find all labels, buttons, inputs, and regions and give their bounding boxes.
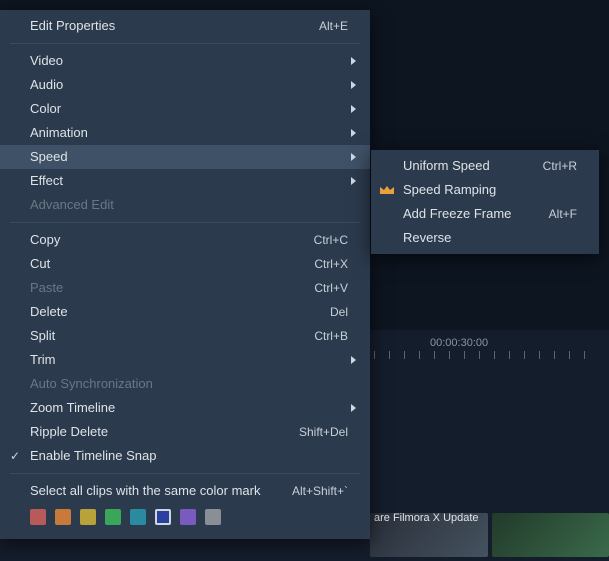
menu-effect[interactable]: Effect [0, 169, 370, 193]
menu-ripple-delete[interactable]: Ripple Delete Shift+Del [0, 420, 370, 444]
menu-label: Paste [30, 276, 314, 300]
separator [10, 43, 360, 44]
menu-accel: Shift+Del [299, 420, 356, 444]
submenu-add-freeze-frame[interactable]: Add Freeze Frame Alt+F [371, 202, 599, 226]
menu-label: Color [30, 97, 345, 121]
menu-color[interactable]: Color [0, 97, 370, 121]
menu-label: Speed Ramping [403, 178, 585, 202]
menu-accel: Del [330, 300, 356, 324]
menu-advanced-edit: Advanced Edit [0, 193, 370, 217]
menu-label: Ripple Delete [30, 420, 299, 444]
menu-copy[interactable]: Copy Ctrl+C [0, 228, 370, 252]
color-swatch-row [0, 503, 370, 535]
menu-label: Zoom Timeline [30, 396, 345, 420]
submenu-arrow-icon [351, 153, 356, 161]
timeline-ruler: 00:00:30:00 [370, 335, 609, 361]
menu-zoom-timeline[interactable]: Zoom Timeline [0, 396, 370, 420]
menu-video[interactable]: Video [0, 49, 370, 73]
menu-label: Select all clips with the same color mar… [30, 479, 292, 503]
submenu-arrow-icon [351, 356, 356, 364]
submenu-uniform-speed[interactable]: Uniform Speed Ctrl+R [371, 154, 599, 178]
menu-label: Effect [30, 169, 345, 193]
context-menu: Edit Properties Alt+E Video Audio Color … [0, 10, 370, 539]
menu-label: Enable Timeline Snap [30, 444, 356, 468]
menu-cut[interactable]: Cut Ctrl+X [0, 252, 370, 276]
clip-thumbnail[interactable] [492, 513, 609, 557]
menu-label: Split [30, 324, 314, 348]
menu-accel: Alt+Shift+` [292, 479, 356, 503]
menu-paste: Paste Ctrl+V [0, 276, 370, 300]
menu-trim[interactable]: Trim [0, 348, 370, 372]
menu-label: Add Freeze Frame [403, 202, 549, 226]
separator [10, 222, 360, 223]
menu-audio[interactable]: Audio [0, 73, 370, 97]
crown-icon [379, 184, 395, 196]
menu-accel: Ctrl+R [543, 154, 585, 178]
separator [10, 473, 360, 474]
submenu-arrow-icon [351, 105, 356, 113]
submenu-arrow-icon [351, 57, 356, 65]
menu-label: Auto Synchronization [30, 372, 356, 396]
color-swatch[interactable] [180, 509, 196, 525]
submenu-speed-ramping[interactable]: Speed Ramping [371, 178, 599, 202]
submenu-arrow-icon [351, 177, 356, 185]
menu-label: Copy [30, 228, 314, 252]
menu-edit-properties[interactable]: Edit Properties Alt+E [0, 14, 370, 38]
menu-label: Cut [30, 252, 314, 276]
timecode-label: 00:00:30:00 [430, 337, 488, 349]
menu-label: Animation [30, 121, 345, 145]
submenu-arrow-icon [351, 404, 356, 412]
clip-title-label: are Filmora X Update [374, 512, 479, 524]
menu-accel: Alt+F [549, 202, 585, 226]
menu-accel: Ctrl+C [314, 228, 356, 252]
menu-label: Video [30, 49, 345, 73]
color-swatch[interactable] [80, 509, 96, 525]
check-icon: ✓ [10, 444, 20, 468]
menu-label: Advanced Edit [30, 193, 356, 217]
menu-accel: Alt+E [319, 14, 356, 38]
color-swatch[interactable] [205, 509, 221, 525]
menu-animation[interactable]: Animation [0, 121, 370, 145]
color-swatch[interactable] [105, 509, 121, 525]
menu-accel: Ctrl+X [314, 252, 356, 276]
menu-label: Uniform Speed [403, 154, 543, 178]
menu-accel: Ctrl+B [314, 324, 356, 348]
menu-label: Edit Properties [30, 14, 319, 38]
color-swatch[interactable] [30, 509, 46, 525]
submenu-arrow-icon [351, 81, 356, 89]
menu-label: Speed [30, 145, 345, 169]
menu-accel: Ctrl+V [314, 276, 356, 300]
color-swatch[interactable] [55, 509, 71, 525]
menu-delete[interactable]: Delete Del [0, 300, 370, 324]
color-swatch[interactable] [130, 509, 146, 525]
menu-label: Trim [30, 348, 345, 372]
submenu-reverse[interactable]: Reverse [371, 226, 599, 250]
submenu-arrow-icon [351, 129, 356, 137]
menu-select-color-mark[interactable]: Select all clips with the same color mar… [0, 479, 370, 503]
menu-label: Audio [30, 73, 345, 97]
menu-split[interactable]: Split Ctrl+B [0, 324, 370, 348]
menu-enable-timeline-snap[interactable]: ✓ Enable Timeline Snap [0, 444, 370, 468]
menu-label: Reverse [403, 226, 585, 250]
menu-speed[interactable]: Speed [0, 145, 370, 169]
menu-label: Delete [30, 300, 330, 324]
speed-submenu: Uniform Speed Ctrl+R Speed Ramping Add F… [371, 150, 599, 254]
color-swatch[interactable] [155, 509, 171, 525]
menu-auto-synchronization: Auto Synchronization [0, 372, 370, 396]
